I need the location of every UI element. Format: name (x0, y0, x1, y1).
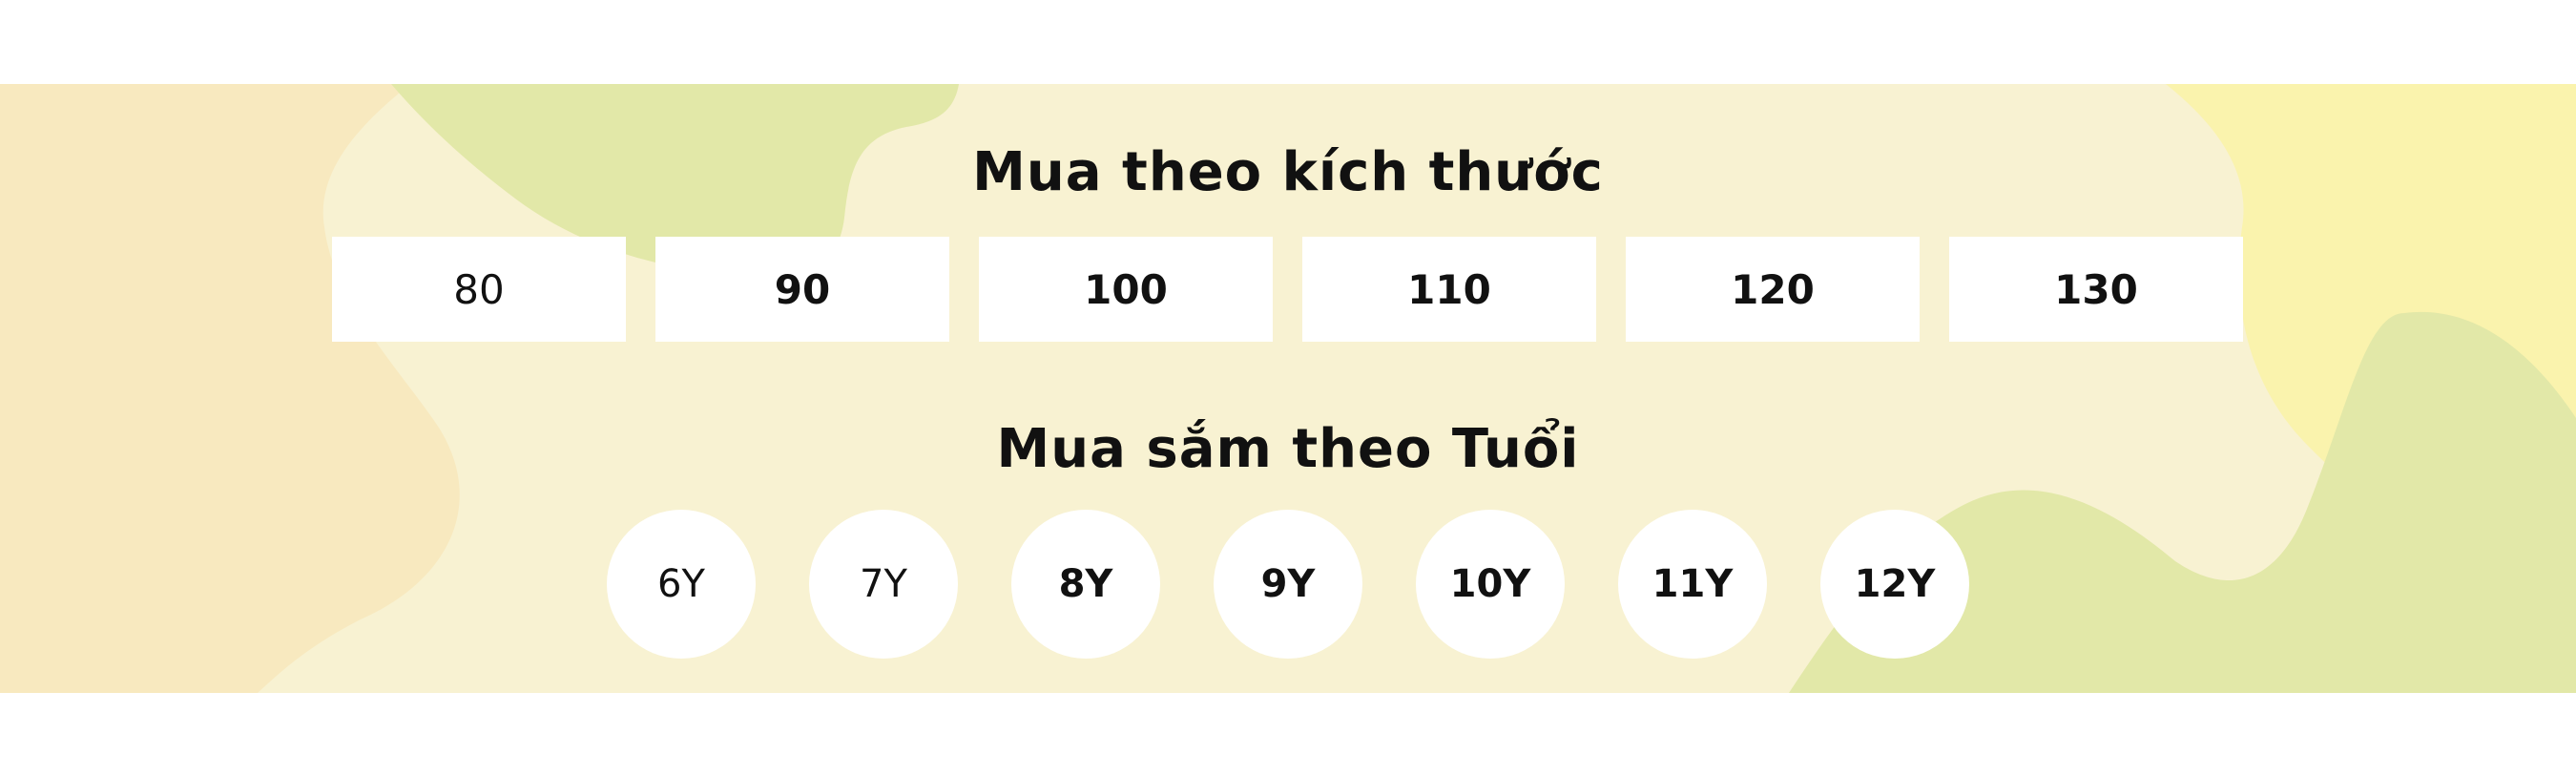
age-section-title: Mua sắm theo Tuổi (996, 418, 1580, 480)
shop-by-size-age-banner: Mua theo kích thước 80 90 100 110 120 13… (0, 84, 2576, 693)
age-option-9y[interactable]: 9Y (1214, 510, 1362, 659)
size-option-110[interactable]: 110 (1302, 237, 1596, 342)
age-option-8y[interactable]: 8Y (1011, 510, 1160, 659)
age-options: 6Y 7Y 8Y 9Y 10Y 11Y 12Y (607, 510, 1969, 659)
size-option-130[interactable]: 130 (1949, 237, 2243, 342)
age-option-7y[interactable]: 7Y (809, 510, 958, 659)
size-option-120[interactable]: 120 (1626, 237, 1920, 342)
size-options: 80 90 100 110 120 130 (332, 237, 2243, 342)
age-option-10y[interactable]: 10Y (1416, 510, 1565, 659)
size-section-title: Mua theo kích thước (972, 141, 1604, 203)
age-option-6y[interactable]: 6Y (607, 510, 756, 659)
age-option-11y[interactable]: 11Y (1618, 510, 1767, 659)
size-option-90[interactable]: 90 (655, 237, 949, 342)
age-option-12y[interactable]: 12Y (1820, 510, 1969, 659)
size-option-80[interactable]: 80 (332, 237, 626, 342)
size-option-100[interactable]: 100 (979, 237, 1273, 342)
